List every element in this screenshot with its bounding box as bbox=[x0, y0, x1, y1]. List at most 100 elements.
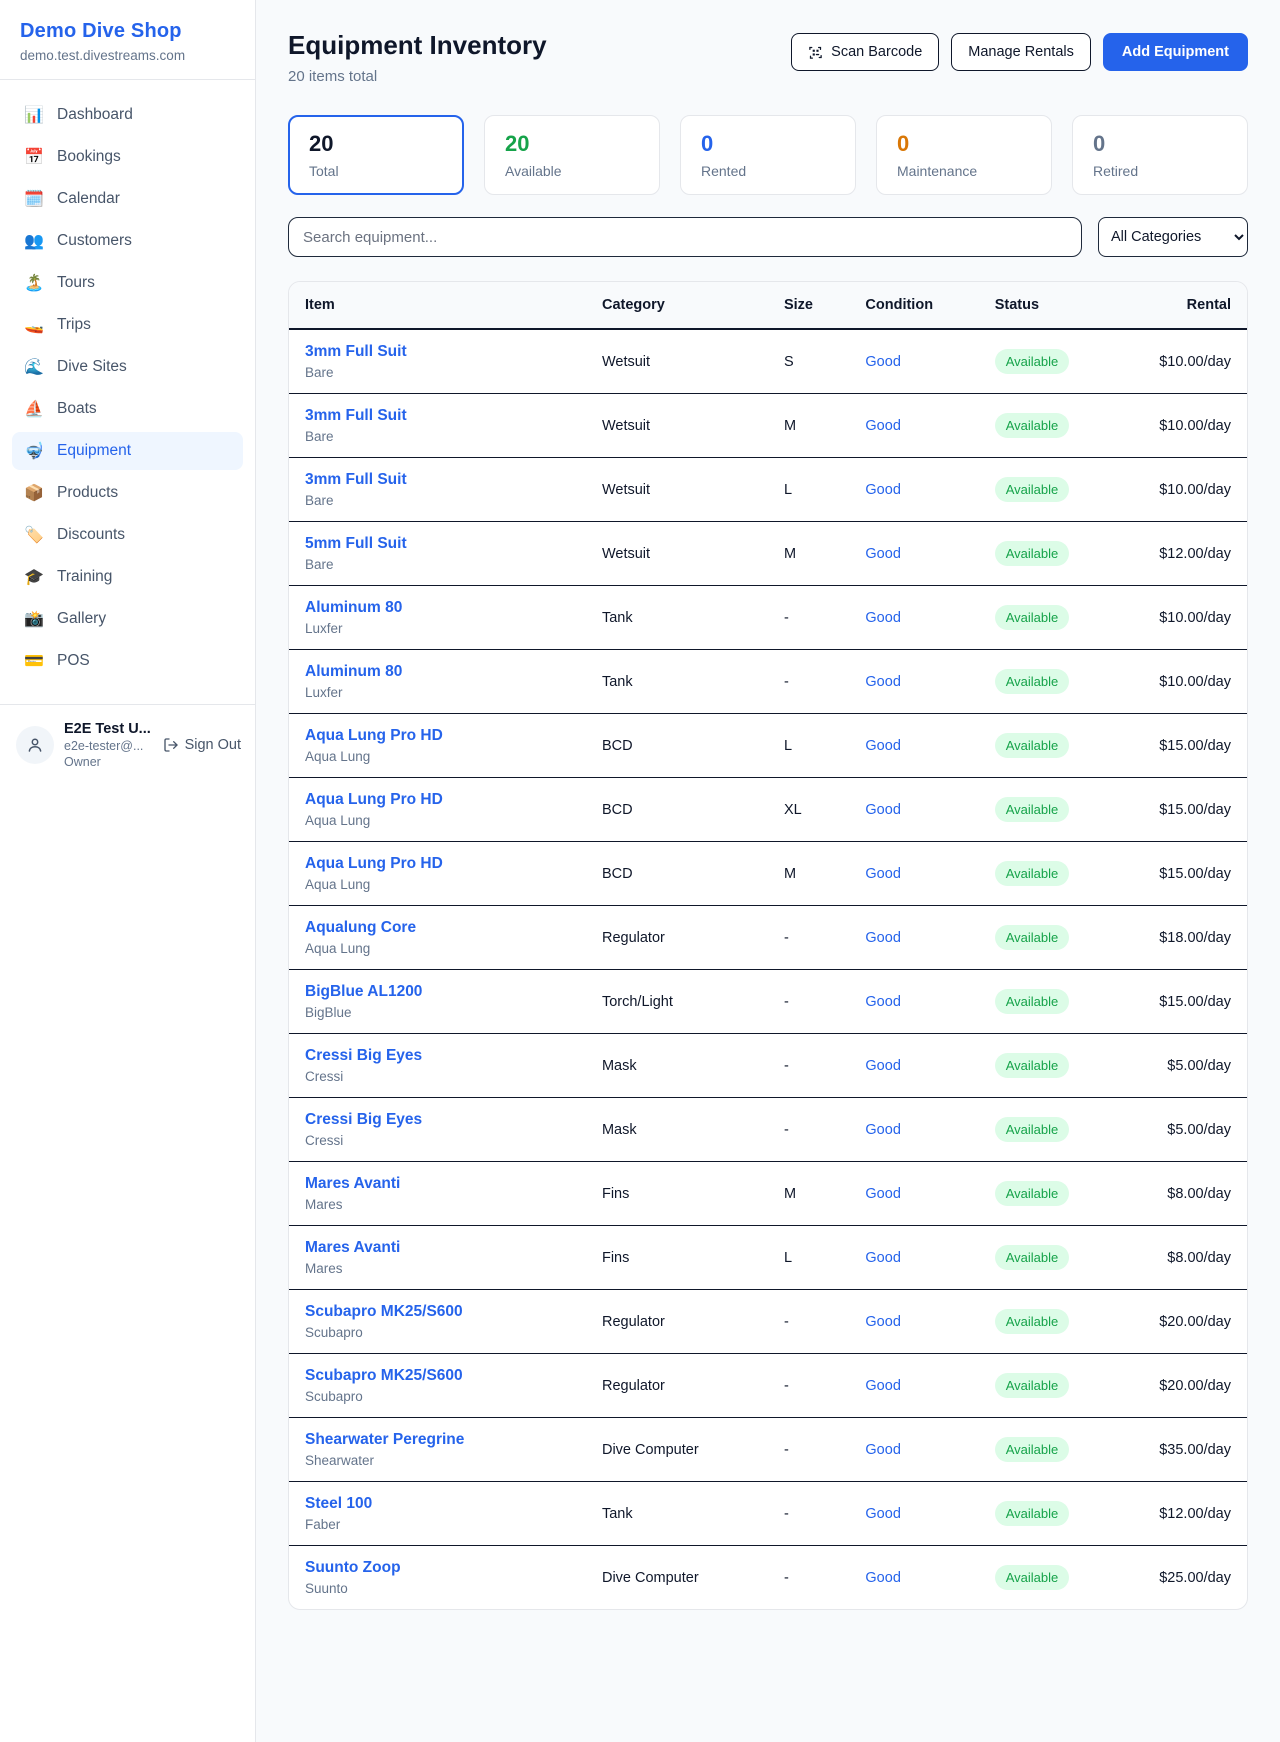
item-name-link[interactable]: Aluminum 80 bbox=[305, 599, 570, 617]
main-content: Equipment Inventory 20 items total Scan … bbox=[256, 0, 1280, 1650]
sidebar-item-discounts[interactable]: 🏷️ Discounts bbox=[12, 516, 243, 554]
item-category: Regulator bbox=[586, 906, 768, 970]
item-name-link[interactable]: Mares Avanti bbox=[305, 1175, 570, 1193]
item-condition-link[interactable]: Good bbox=[849, 1418, 978, 1482]
item-condition-link[interactable]: Good bbox=[849, 522, 978, 586]
item-condition-link[interactable]: Good bbox=[849, 906, 978, 970]
item-condition-link[interactable]: Good bbox=[849, 714, 978, 778]
col-header-item: Item bbox=[289, 282, 586, 329]
stat-card-total[interactable]: 20 Total bbox=[288, 115, 464, 195]
category-select[interactable]: All Categories bbox=[1098, 217, 1248, 257]
item-condition-link[interactable]: Good bbox=[849, 1482, 978, 1546]
item-name-link[interactable]: Steel 100 bbox=[305, 1495, 570, 1513]
manage-rentals-button[interactable]: Manage Rentals bbox=[951, 33, 1091, 71]
sidebar-item-equipment[interactable]: 🤿 Equipment bbox=[12, 432, 243, 470]
item-condition-link[interactable]: Good bbox=[849, 1162, 978, 1226]
stat-card-rented[interactable]: 0 Rented bbox=[680, 115, 856, 195]
item-name-link[interactable]: 5mm Full Suit bbox=[305, 535, 570, 553]
status-badge: Available bbox=[995, 1181, 1070, 1206]
item-category: Dive Computer bbox=[586, 1418, 768, 1482]
sidebar-item-label: POS bbox=[57, 652, 90, 670]
item-name-link[interactable]: Scubapro MK25/S600 bbox=[305, 1303, 570, 1321]
item-size: - bbox=[768, 1418, 849, 1482]
item-brand: Mares bbox=[305, 1197, 570, 1212]
item-condition-link[interactable]: Good bbox=[849, 394, 978, 458]
item-brand: Aqua Lung bbox=[305, 941, 570, 956]
item-name-link[interactable]: Aluminum 80 bbox=[305, 663, 570, 681]
person-icon bbox=[26, 736, 44, 754]
page-header-text: Equipment Inventory 20 items total bbox=[288, 30, 547, 85]
item-condition-link[interactable]: Good bbox=[849, 1354, 978, 1418]
item-rental-price: $12.00/day bbox=[1113, 1482, 1247, 1546]
equipment-table-card: Item Category Size Condition Status Rent… bbox=[288, 281, 1248, 1610]
sidebar-item-bookings[interactable]: 📅 Bookings bbox=[12, 138, 243, 176]
item-category: Tank bbox=[586, 650, 768, 714]
item-size: - bbox=[768, 1546, 849, 1610]
table-row: Aqua Lung Pro HD Aqua Lung BCD XL Good A… bbox=[289, 778, 1247, 842]
sidebar-item-calendar[interactable]: 🗓️ Calendar bbox=[12, 180, 243, 218]
stat-label: Rented bbox=[701, 163, 835, 179]
item-condition-link[interactable]: Good bbox=[849, 1098, 978, 1162]
user-email: e2e-tester@... bbox=[64, 739, 153, 753]
sidebar-item-dashboard[interactable]: 📊 Dashboard bbox=[12, 96, 243, 134]
sidebar-item-dive-sites[interactable]: 🌊 Dive Sites bbox=[12, 348, 243, 386]
item-category: Wetsuit bbox=[586, 522, 768, 586]
item-rental-price: $15.00/day bbox=[1113, 778, 1247, 842]
item-brand: Aqua Lung bbox=[305, 877, 570, 892]
sidebar-item-pos[interactable]: 💳 POS bbox=[12, 642, 243, 680]
sidebar-item-trips[interactable]: 🚤 Trips bbox=[12, 306, 243, 344]
item-condition-link[interactable]: Good bbox=[849, 778, 978, 842]
search-input[interactable] bbox=[288, 217, 1082, 257]
scan-barcode-button[interactable]: Scan Barcode bbox=[791, 33, 939, 71]
item-name-link[interactable]: Aqua Lung Pro HD bbox=[305, 791, 570, 809]
table-row: 5mm Full Suit Bare Wetsuit M Good Availa… bbox=[289, 522, 1247, 586]
item-condition-link[interactable]: Good bbox=[849, 970, 978, 1034]
item-condition-link[interactable]: Good bbox=[849, 1546, 978, 1610]
item-name-link[interactable]: BigBlue AL1200 bbox=[305, 983, 570, 1001]
item-condition-link[interactable]: Good bbox=[849, 1226, 978, 1290]
sign-out-button[interactable]: Sign Out bbox=[163, 737, 241, 753]
item-name-link[interactable]: Scubapro MK25/S600 bbox=[305, 1367, 570, 1385]
item-size: M bbox=[768, 1162, 849, 1226]
sidebar-item-gallery[interactable]: 📸 Gallery bbox=[12, 600, 243, 638]
item-condition-link[interactable]: Good bbox=[849, 329, 978, 394]
item-name-link[interactable]: Suunto Zoop bbox=[305, 1559, 570, 1577]
table-row: Aqua Lung Pro HD Aqua Lung BCD L Good Av… bbox=[289, 714, 1247, 778]
item-name-link[interactable]: Aqua Lung Pro HD bbox=[305, 727, 570, 745]
sidebar-item-label: Bookings bbox=[57, 148, 121, 166]
item-condition-link[interactable]: Good bbox=[849, 650, 978, 714]
stat-card-maintenance[interactable]: 0 Maintenance bbox=[876, 115, 1052, 195]
item-condition-link[interactable]: Good bbox=[849, 458, 978, 522]
sidebar-item-products[interactable]: 📦 Products bbox=[12, 474, 243, 512]
status-badge: Available bbox=[995, 1501, 1070, 1526]
item-name-link[interactable]: Cressi Big Eyes bbox=[305, 1047, 570, 1065]
item-name-link[interactable]: Aqua Lung Pro HD bbox=[305, 855, 570, 873]
item-name-link[interactable]: Cressi Big Eyes bbox=[305, 1111, 570, 1129]
item-name-link[interactable]: Shearwater Peregrine bbox=[305, 1431, 570, 1449]
item-size: L bbox=[768, 714, 849, 778]
user-name: E2E Test U... bbox=[64, 721, 153, 737]
stat-card-retired[interactable]: 0 Retired bbox=[1072, 115, 1248, 195]
discounts-icon: 🏷️ bbox=[24, 525, 44, 545]
item-name-link[interactable]: 3mm Full Suit bbox=[305, 471, 570, 489]
status-badge: Available bbox=[995, 477, 1070, 502]
equipment-icon: 🤿 bbox=[24, 441, 44, 461]
item-name-link[interactable]: 3mm Full Suit bbox=[305, 343, 570, 361]
table-row: Shearwater Peregrine Shearwater Dive Com… bbox=[289, 1418, 1247, 1482]
item-name-link[interactable]: Mares Avanti bbox=[305, 1239, 570, 1257]
sidebar-item-customers[interactable]: 👥 Customers bbox=[12, 222, 243, 260]
item-condition-link[interactable]: Good bbox=[849, 1290, 978, 1354]
stat-card-available[interactable]: 20 Available bbox=[484, 115, 660, 195]
item-condition-link[interactable]: Good bbox=[849, 586, 978, 650]
item-condition-link[interactable]: Good bbox=[849, 1034, 978, 1098]
sidebar-item-boats[interactable]: ⛵ Boats bbox=[12, 390, 243, 428]
sidebar-nav: 📊 Dashboard 📅 Bookings 🗓️ Calendar 👥 Cus… bbox=[0, 80, 255, 694]
item-rental-price: $8.00/day bbox=[1113, 1226, 1247, 1290]
item-condition-link[interactable]: Good bbox=[849, 842, 978, 906]
add-equipment-button[interactable]: Add Equipment bbox=[1103, 33, 1248, 71]
item-name-link[interactable]: Aqualung Core bbox=[305, 919, 570, 937]
sidebar-item-tours[interactable]: 🏝️ Tours bbox=[12, 264, 243, 302]
table-row: 3mm Full Suit Bare Wetsuit M Good Availa… bbox=[289, 394, 1247, 458]
item-name-link[interactable]: 3mm Full Suit bbox=[305, 407, 570, 425]
sidebar-item-training[interactable]: 🎓 Training bbox=[12, 558, 243, 596]
